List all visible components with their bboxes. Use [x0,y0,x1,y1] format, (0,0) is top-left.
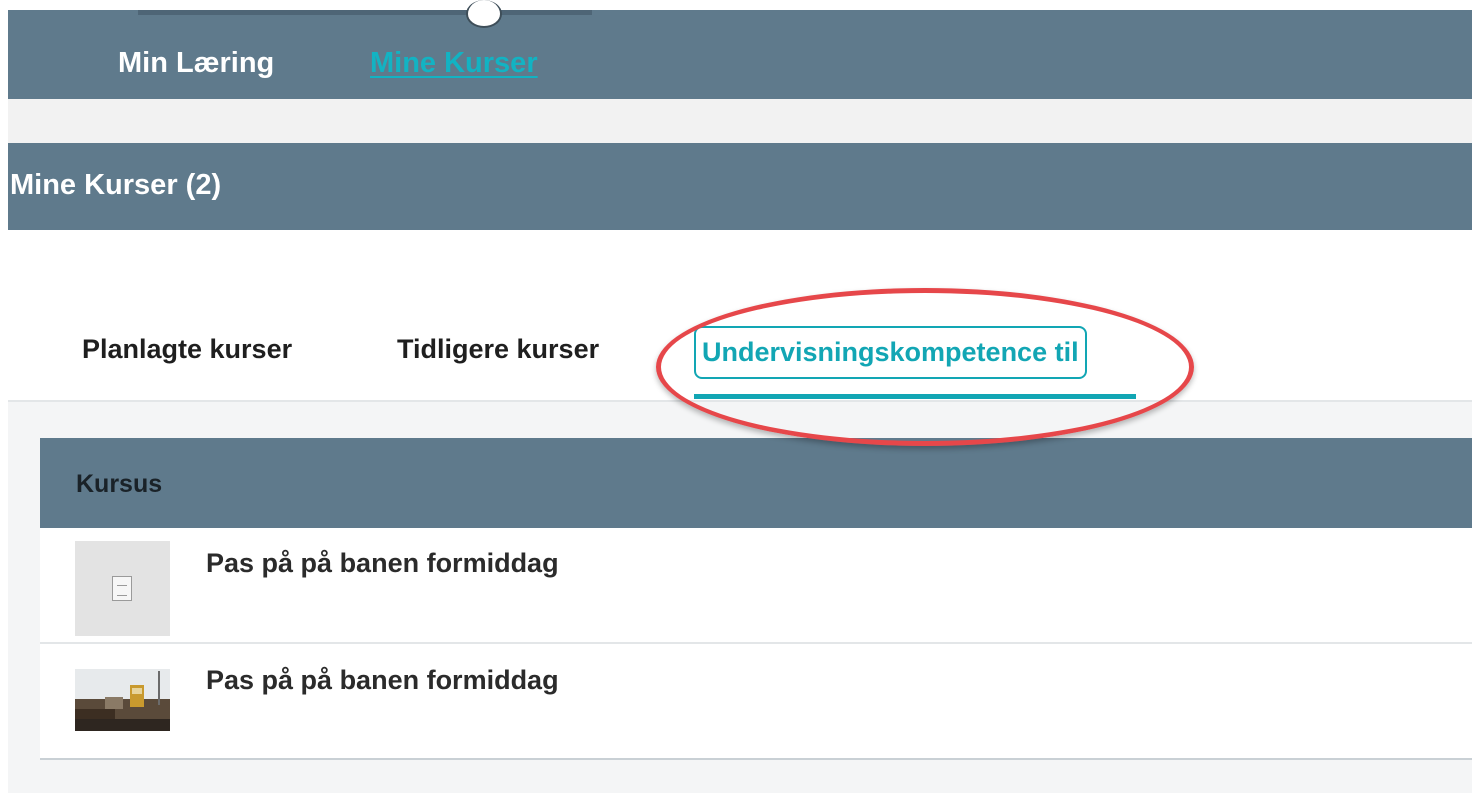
course-title-link[interactable]: Pas på på banen formiddag [206,548,559,579]
spacer-band [8,99,1472,143]
course-title-link[interactable]: Pas på på banen formiddag [206,665,559,696]
document-placeholder-icon [112,576,132,601]
tab-planlagte-kurser[interactable]: Planlagte kurser [82,334,292,365]
page: Min Læring Mine Kurser Mine Kurser (2) P… [0,0,1472,793]
course-thumbnail[interactable] [75,541,170,636]
courses-table: Kursus Pas på på banen formiddag Pas på … [40,438,1472,760]
table-row[interactable]: Pas på på banen formiddag [40,645,1472,761]
tab-tidligere-kurser[interactable]: Tidligere kurser [397,334,599,365]
course-photo-thumbnail[interactable] [75,669,170,731]
nav-link-mine-kurser[interactable]: Mine Kurser [370,47,538,80]
annotation-highlight-ellipse [656,288,1194,446]
search-field-edge[interactable] [138,10,592,15]
section-header: Mine Kurser (2) [8,143,1472,230]
top-navigation-bar: Min Læring Mine Kurser [8,0,1472,99]
column-header-kursus: Kursus [76,470,163,498]
table-header: Kursus [40,438,1472,528]
course-photo-image [75,669,170,731]
section-title: Mine Kurser (2) [10,169,222,201]
scroll-knob-icon [466,0,502,28]
nav-link-min-laering[interactable]: Min Læring [118,47,274,80]
table-row[interactable]: Pas på på banen formiddag [40,528,1472,644]
